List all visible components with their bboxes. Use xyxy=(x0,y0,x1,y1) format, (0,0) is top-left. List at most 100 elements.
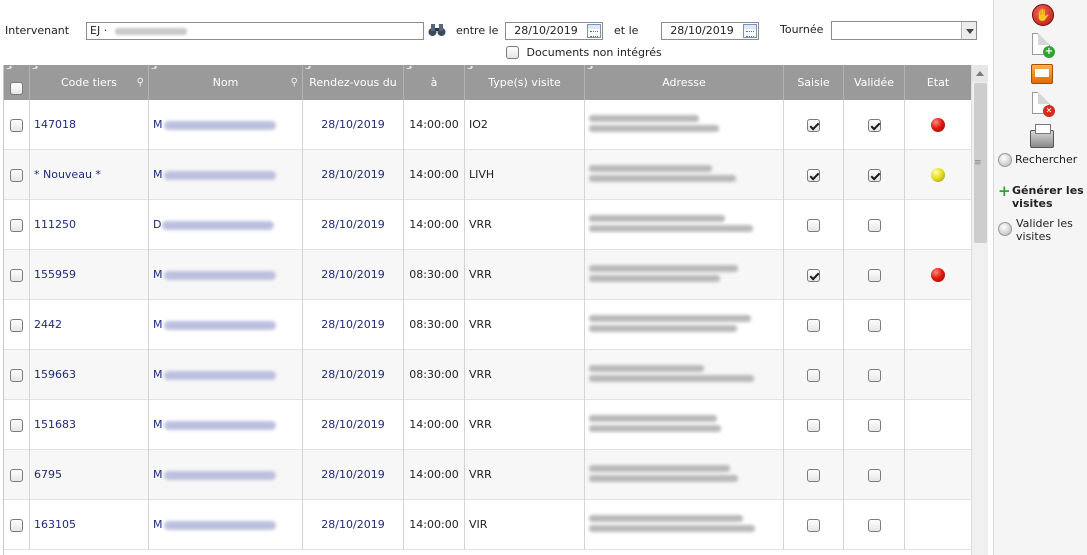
header-validee[interactable]: Validée xyxy=(844,65,905,100)
scroll-up-icon[interactable] xyxy=(972,65,988,82)
header-adresse-label: Adresse xyxy=(662,76,706,89)
header-nom[interactable]: ⬏ Nom ⚲ xyxy=(149,65,303,100)
row-select-checkbox[interactable] xyxy=(10,468,23,482)
tournee-select[interactable] xyxy=(831,21,977,40)
table-row[interactable]: 6795 M 28/10/2019 14:00:00 VRR xyxy=(4,450,971,500)
row-select-checkbox[interactable] xyxy=(10,318,23,332)
generer-visites-button[interactable]: + Générer les visites xyxy=(998,184,1084,211)
header-adresse[interactable]: ⬏ Adresse xyxy=(585,65,784,100)
validee-checkbox[interactable] xyxy=(867,268,881,282)
date-from-input[interactable]: 28/10/2019 xyxy=(505,22,603,40)
row-select-checkbox[interactable] xyxy=(10,418,23,432)
saisie-checkbox[interactable] xyxy=(807,468,820,482)
nom-cell[interactable]: M xyxy=(149,500,303,550)
vertical-scrollbar[interactable] xyxy=(971,65,988,555)
delete-document-icon[interactable]: ✕ xyxy=(1032,92,1055,117)
panel-splitter-icon[interactable]: ≡ xyxy=(974,158,982,168)
table-row[interactable]: 2442 M 28/10/2019 08:30:00 VRR xyxy=(4,300,971,350)
nom-cell[interactable]: M xyxy=(149,350,303,400)
calendar-icon[interactable] xyxy=(587,24,601,38)
add-folder-icon[interactable] xyxy=(1031,64,1053,84)
row-select-checkbox[interactable] xyxy=(10,268,23,282)
code-tiers-cell[interactable]: 159663 xyxy=(30,350,149,400)
header-heure[interactable]: ⬏ à xyxy=(404,65,465,100)
rechercher-button[interactable]: Rechercher xyxy=(998,153,1077,167)
code-tiers-cell[interactable]: 151683 xyxy=(30,400,149,450)
code-tiers-cell[interactable]: * Nouveau * xyxy=(30,150,149,200)
type-visite-cell: VIR xyxy=(465,500,585,550)
valider-visites-button[interactable]: Valider les visites xyxy=(998,217,1073,243)
table-row[interactable]: 163105 M 28/10/2019 14:00:00 VIR xyxy=(4,500,971,550)
validee-checkbox[interactable] xyxy=(867,418,881,432)
saisie-cell xyxy=(784,400,844,450)
intervenant-input[interactable]: EJ · xyxy=(86,22,424,40)
header-etat[interactable]: Etat xyxy=(905,65,971,100)
row-select-cell xyxy=(4,250,30,300)
row-select-checkbox[interactable] xyxy=(10,118,23,132)
validee-cell xyxy=(844,300,905,350)
saisie-checkbox[interactable] xyxy=(807,418,820,432)
validee-checkbox[interactable] xyxy=(867,368,881,382)
saisie-checkbox[interactable] xyxy=(807,168,820,182)
nom-cell[interactable]: M xyxy=(149,400,303,450)
header-type-visite-label: Type(s) visite xyxy=(488,76,561,89)
adresse-cell xyxy=(585,500,784,550)
row-select-checkbox[interactable] xyxy=(10,368,23,382)
generer-label-line1: Générer les xyxy=(1012,184,1084,197)
nom-cell[interactable]: M xyxy=(149,450,303,500)
table-row[interactable]: 111250 D 28/10/2019 14:00:00 VRR xyxy=(4,200,971,250)
nom-cell[interactable]: D xyxy=(149,200,303,250)
code-tiers-cell[interactable]: 155959 xyxy=(30,250,149,300)
select-all-checkbox[interactable] xyxy=(10,82,23,95)
nom-blurred xyxy=(163,470,276,480)
code-tiers-cell[interactable]: 163105 xyxy=(30,500,149,550)
table-row[interactable]: 159663 M 28/10/2019 08:30:00 VRR xyxy=(4,350,971,400)
validee-checkbox[interactable] xyxy=(867,468,881,482)
header-type-visite[interactable]: ⬏ Type(s) visite xyxy=(465,65,585,100)
saisie-checkbox[interactable] xyxy=(807,218,820,232)
saisie-checkbox[interactable] xyxy=(807,318,820,332)
row-select-checkbox[interactable] xyxy=(10,518,23,532)
search-icon[interactable]: ⚲ xyxy=(291,65,298,100)
row-select-cell xyxy=(4,400,30,450)
code-tiers-cell[interactable]: 147018 xyxy=(30,100,149,150)
code-tiers-cell[interactable]: 111250 xyxy=(30,200,149,250)
saisie-checkbox[interactable] xyxy=(807,518,820,532)
table-row[interactable]: 155959 M 28/10/2019 08:30:00 VRR xyxy=(4,250,971,300)
sort-icon: ⬏ xyxy=(32,65,39,73)
saisie-checkbox[interactable] xyxy=(807,268,820,282)
validee-checkbox[interactable] xyxy=(867,518,881,532)
validee-checkbox[interactable] xyxy=(867,168,881,182)
nom-cell[interactable]: M xyxy=(149,100,303,150)
date-to-input[interactable]: 28/10/2019 xyxy=(661,22,759,40)
printer-icon[interactable] xyxy=(1030,124,1054,148)
nom-cell[interactable]: M xyxy=(149,250,303,300)
nom-cell[interactable]: M xyxy=(149,150,303,200)
nom-cell[interactable]: M xyxy=(149,300,303,350)
row-select-checkbox[interactable] xyxy=(10,218,23,232)
nom-blurred xyxy=(163,120,276,130)
new-document-icon[interactable]: + xyxy=(1032,33,1055,58)
validee-checkbox[interactable] xyxy=(867,118,881,132)
validee-checkbox[interactable] xyxy=(867,318,881,332)
header-saisie[interactable]: Saisie xyxy=(784,65,844,100)
nom-initial: M xyxy=(153,118,163,131)
binoculars-icon[interactable] xyxy=(428,23,446,37)
validee-checkbox[interactable] xyxy=(867,218,881,232)
code-tiers-cell[interactable]: 6795 xyxy=(30,450,149,500)
header-rendez-vous[interactable]: ⬏ Rendez-vous du xyxy=(303,65,404,100)
documents-non-integres-checkbox[interactable] xyxy=(506,45,519,59)
saisie-checkbox[interactable] xyxy=(807,118,820,132)
row-select-checkbox[interactable] xyxy=(10,168,23,182)
header-code-tiers[interactable]: ⬏ Code tiers ⚲ xyxy=(30,65,149,100)
saisie-checkbox[interactable] xyxy=(807,368,820,382)
type-visite-cell: VRR xyxy=(465,250,585,300)
table-row[interactable]: 147018 M 28/10/2019 14:00:00 IO2 xyxy=(4,100,971,150)
calendar-icon[interactable] xyxy=(743,24,757,38)
search-icon[interactable]: ⚲ xyxy=(137,65,144,100)
table-row[interactable]: 151683 M 28/10/2019 14:00:00 VRR xyxy=(4,400,971,450)
stop-hand-icon[interactable]: ✋ xyxy=(1032,4,1054,26)
chevron-down-icon[interactable] xyxy=(961,22,976,39)
table-row[interactable]: * Nouveau * M 28/10/2019 14:00:00 LIVH xyxy=(4,150,971,200)
code-tiers-cell[interactable]: 2442 xyxy=(30,300,149,350)
